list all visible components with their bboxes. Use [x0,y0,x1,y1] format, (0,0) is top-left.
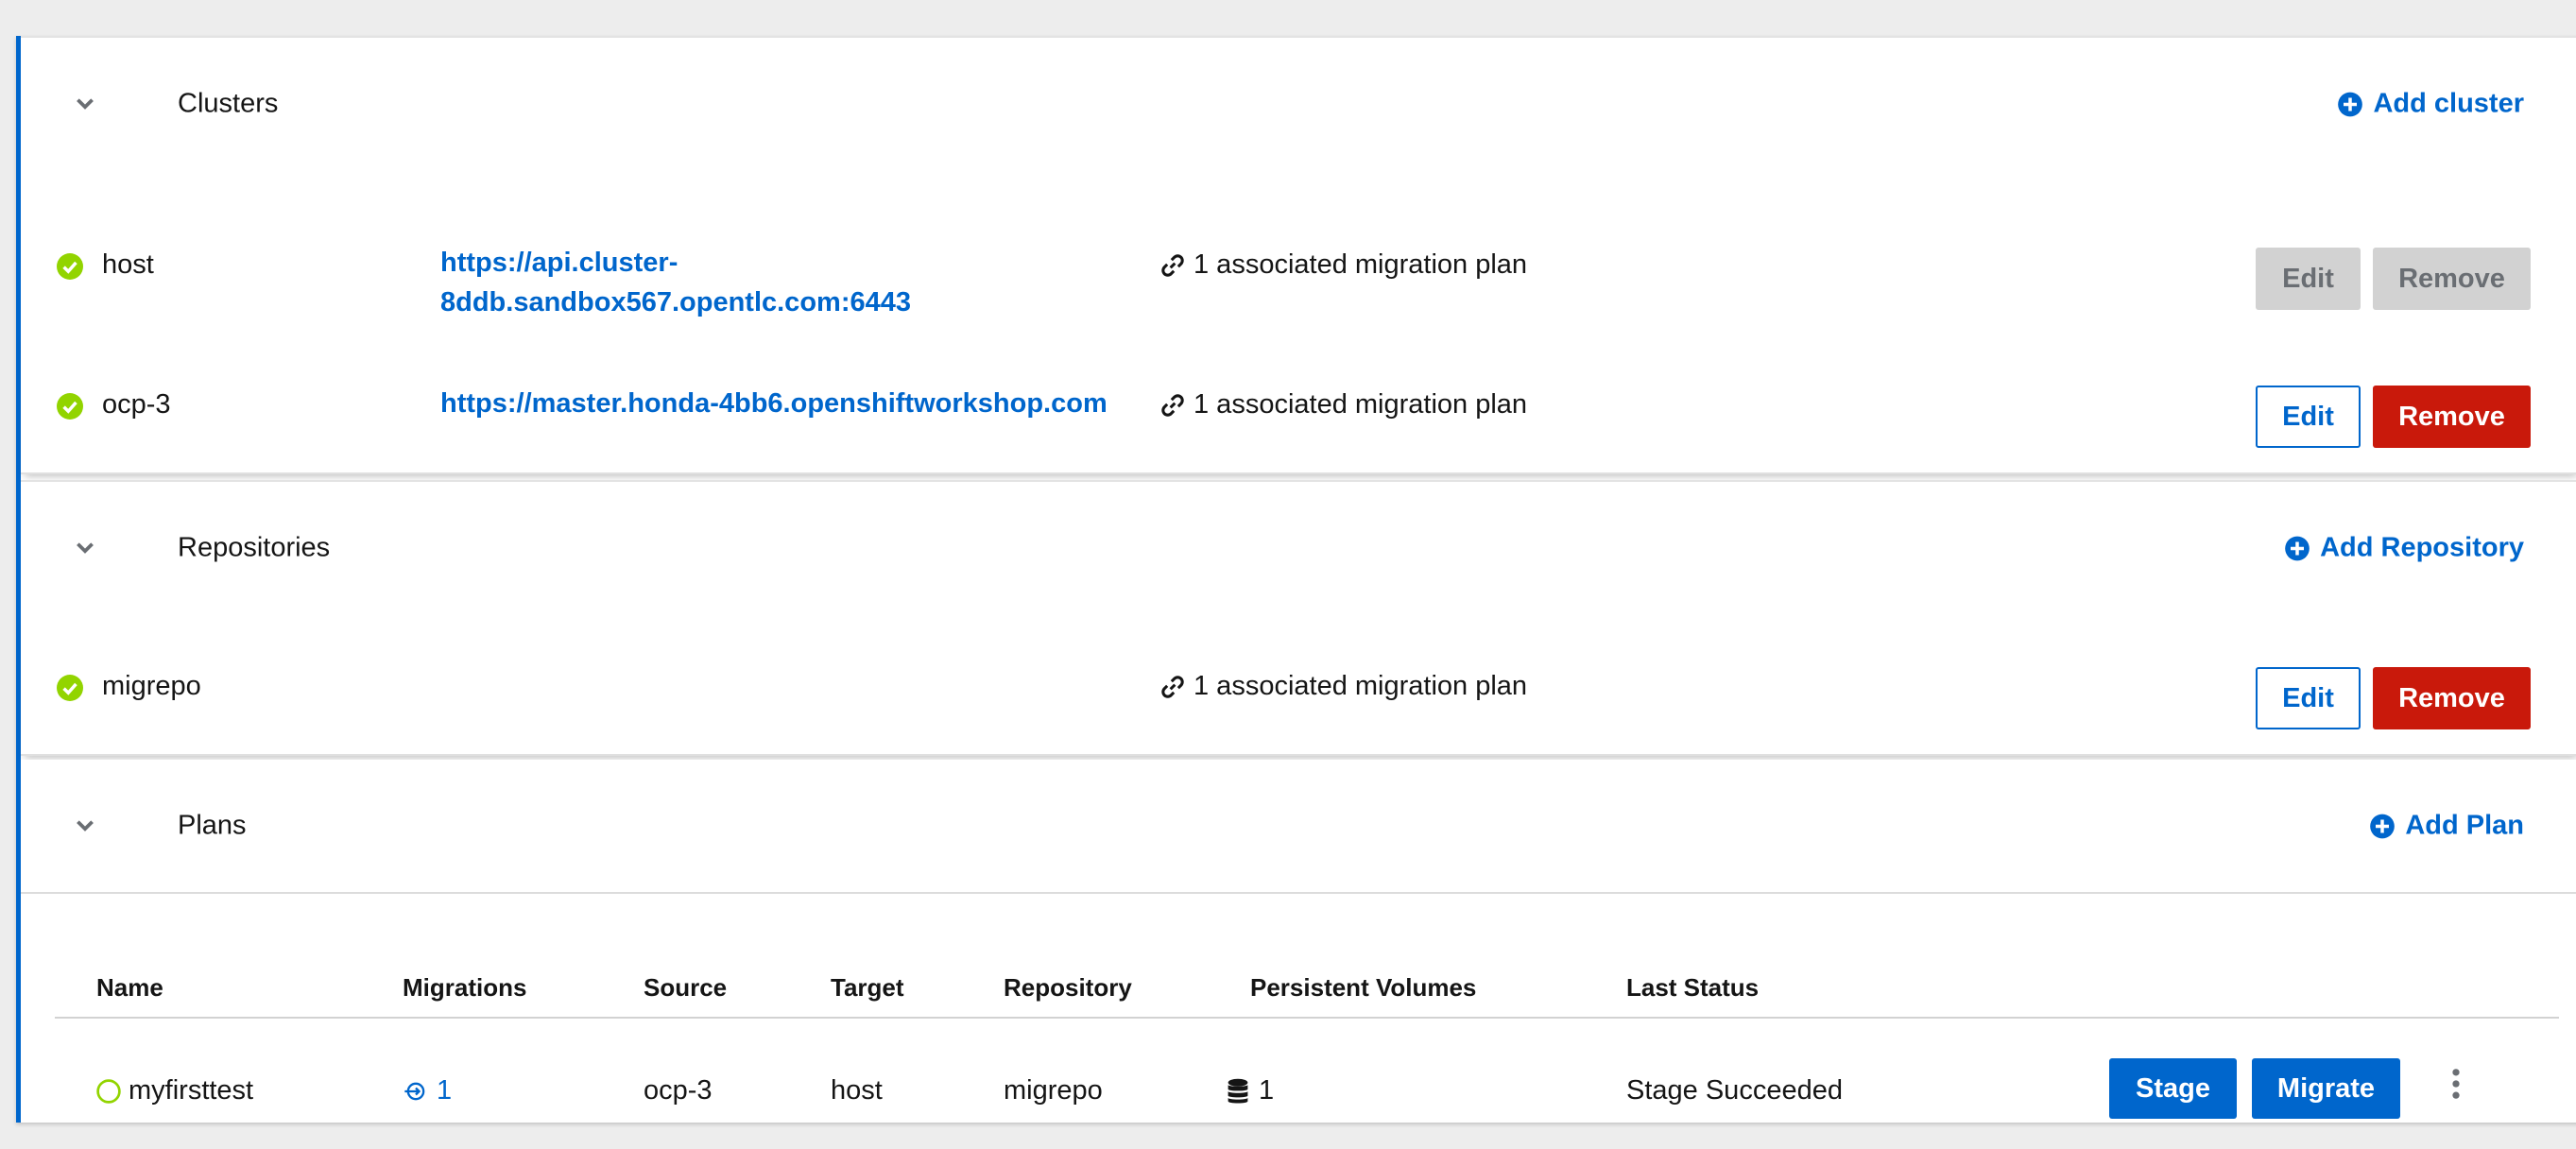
cluster-url-link[interactable]: https://master.honda-4bb6.openshiftworks… [440,384,1108,423]
migrate-button[interactable]: Migrate [2252,1058,2400,1119]
link-icon [1161,675,1184,698]
remove-button: Remove [2373,248,2531,310]
associated-plans: 1 associated migration plan [1159,389,1527,420]
repository-name: migrepo [102,671,201,701]
migrations-count: 1 [437,1075,453,1106]
cluster-name: ocp-3 [102,389,171,420]
plus-circle-icon [2338,92,2363,116]
cluster-name: host [102,249,154,280]
database-icon [1228,1078,1248,1104]
repositories-section-header[interactable]: Repositories Add Repository [21,480,2576,616]
persistent-volumes-cell: 1 [1225,1075,1274,1106]
migrations-count-link[interactable]: 1 [403,1075,452,1106]
check-circle-icon [57,393,83,420]
cluster-url-line2: 8ddb.sandbox567.opentlc.com:6443 [440,287,911,317]
chevron-down-icon[interactable] [73,814,97,838]
plan-target: host [831,1075,883,1106]
cluster-url-link[interactable]: https://api.cluster- 8ddb.sandbox567.ope… [440,243,911,322]
plans-section-header[interactable]: Plans Add Plan [21,760,2576,894]
column-header-name[interactable]: Name [96,973,163,1003]
column-header-persistent-volumes[interactable]: Persistent Volumes [1250,973,1476,1003]
edit-button: Edit [2256,248,2361,310]
repositories-title: Repositories [178,532,331,563]
plan-repository: migrepo [1004,1075,1103,1106]
add-repository-label: Add Repository [2320,532,2524,563]
associated-plans-text: 1 associated migration plan [1194,389,1528,420]
cluster-row-host: host https://api.cluster- 8ddb.sandbox56… [21,168,2576,333]
add-repository-button[interactable]: Add Repository [2284,533,2524,564]
column-header-migrations[interactable]: Migrations [403,973,526,1003]
cluster-row-ocp-3: ocp-3 https://master.honda-4bb6.openshif… [21,331,2576,474]
stage-button[interactable]: Stage [2109,1058,2237,1119]
edit-button[interactable]: Edit [2256,386,2361,448]
cluster-url-line1: https://api.cluster- [440,248,678,278]
plan-name: myfirsttest [129,1075,254,1106]
plus-circle-icon [2285,536,2310,560]
clusters-title: Clusters [178,88,279,119]
kebab-menu-icon[interactable] [2449,1068,2463,1100]
migration-icon [404,1082,425,1100]
check-circle-icon [57,253,83,280]
add-plan-button[interactable]: Add Plan [2369,811,2524,842]
status-circle-icon [96,1078,121,1104]
remove-button[interactable]: Remove [2373,667,2531,729]
associated-plans-text: 1 associated migration plan [1194,249,1528,280]
edit-button[interactable]: Edit [2256,667,2361,729]
persistent-volumes-count: 1 [1259,1075,1275,1106]
link-icon [1161,393,1184,417]
column-header-last-status[interactable]: Last Status [1626,973,1759,1003]
column-header-source[interactable]: Source [644,973,727,1003]
plan-source: ocp-3 [644,1075,713,1106]
associated-plans-text: 1 associated migration plan [1194,671,1528,701]
column-header-repository[interactable]: Repository [1004,973,1132,1003]
associated-plans: 1 associated migration plan [1159,671,1527,702]
column-header-target[interactable]: Target [831,973,904,1003]
table-divider [55,1017,2559,1019]
check-circle-icon [57,675,83,701]
add-cluster-label: Add cluster [2373,88,2524,119]
plan-name-cell: myfirsttest [96,1075,253,1106]
last-status: Stage Succeeded [1626,1075,1843,1106]
associated-plans: 1 associated migration plan [1159,249,1527,281]
plus-circle-icon [2370,814,2396,838]
remove-button[interactable]: Remove [2373,386,2531,448]
link-icon [1161,253,1184,277]
main-panel: Clusters Add cluster host https://api.cl… [16,36,2576,1123]
repository-row-migrepo: migrepo 1 associated migration plan Edit… [21,612,2576,756]
chevron-down-icon[interactable] [73,92,97,116]
chevron-down-icon[interactable] [73,536,97,560]
plans-title: Plans [178,810,247,841]
add-plan-label: Add Plan [2405,810,2524,841]
add-cluster-button[interactable]: Add cluster [2337,89,2524,120]
clusters-section-header[interactable]: Clusters Add cluster [21,36,2576,172]
